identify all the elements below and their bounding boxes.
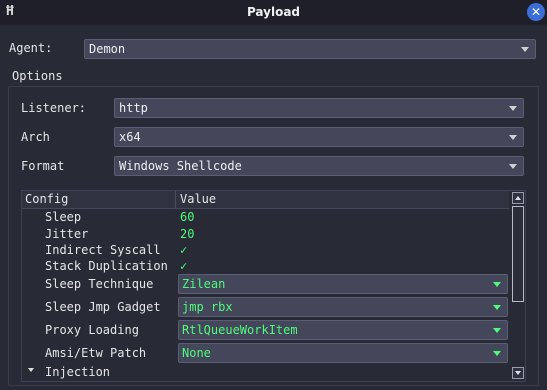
title-bar: Ħ Payload ✕ bbox=[0, 0, 547, 25]
config-jitter-label: Jitter bbox=[45, 227, 89, 241]
amsi-etw-patch-select[interactable]: None bbox=[178, 343, 508, 363]
scroll-down-icon[interactable] bbox=[512, 367, 524, 379]
proxy-loading-select[interactable]: RtlQueueWorkItem bbox=[178, 320, 508, 340]
config-proxy-loading-label: Proxy Loading bbox=[45, 323, 139, 337]
column-header-value[interactable]: Value bbox=[180, 192, 216, 206]
config-sleep-technique-label: Sleep Technique bbox=[45, 277, 154, 291]
listener-value: http bbox=[119, 101, 148, 115]
agent-select[interactable]: Demon bbox=[84, 39, 536, 59]
column-header-config[interactable]: Config bbox=[25, 192, 68, 206]
chevron-down-icon bbox=[509, 164, 517, 169]
chevron-down-icon bbox=[509, 135, 517, 140]
agent-value: Demon bbox=[89, 42, 126, 56]
format-value: Windows Shellcode bbox=[119, 159, 242, 173]
close-button[interactable]: ✕ bbox=[527, 3, 545, 21]
config-tree[interactable]: Config Value Sleep 60 Jitter 20 Indirect… bbox=[21, 190, 526, 382]
window-title: Payload bbox=[246, 5, 301, 19]
arch-label: Arch bbox=[21, 130, 50, 144]
tree-header: Config Value bbox=[22, 191, 509, 209]
sleep-technique-value: Zilean bbox=[182, 277, 226, 291]
config-injection-label[interactable]: Injection bbox=[45, 365, 110, 379]
chevron-down-icon bbox=[493, 351, 501, 356]
config-stack-duplication-label: Stack Duplication bbox=[45, 259, 168, 273]
config-indirect-syscall-label: Indirect Syscall bbox=[45, 243, 161, 257]
config-sleep-jmp-gadget-label: Sleep Jmp Gadget bbox=[45, 300, 161, 314]
config-sleep-value[interactable]: 60 bbox=[180, 210, 194, 224]
arch-select[interactable]: x64 bbox=[114, 127, 524, 147]
stack-duplication-check-icon[interactable]: ✓ bbox=[180, 259, 187, 273]
options-title: Options bbox=[12, 69, 63, 83]
scrollbar-thumb[interactable] bbox=[512, 206, 524, 302]
config-sleep-label: Sleep bbox=[45, 210, 82, 224]
chevron-down-icon bbox=[493, 328, 501, 333]
chevron-down-icon bbox=[509, 106, 517, 111]
config-amsi-etw-patch-label: Amsi/Etw Patch bbox=[45, 346, 147, 360]
vertical-scrollbar[interactable] bbox=[511, 191, 525, 381]
chevron-down-icon bbox=[493, 305, 501, 310]
scroll-up-icon[interactable] bbox=[512, 192, 524, 204]
sleep-jmp-gadget-value: jmp rbx bbox=[182, 300, 233, 314]
expand-arrow-icon[interactable] bbox=[28, 368, 34, 372]
proxy-loading-value: RtlQueueWorkItem bbox=[182, 323, 298, 337]
format-label: Format bbox=[21, 159, 65, 173]
listener-label: Listener: bbox=[21, 101, 87, 115]
chevron-down-icon bbox=[493, 282, 501, 287]
sleep-jmp-gadget-select[interactable]: jmp rbx bbox=[178, 297, 508, 317]
listener-select[interactable]: http bbox=[114, 98, 524, 118]
format-select[interactable]: Windows Shellcode bbox=[114, 156, 524, 176]
config-jitter-value[interactable]: 20 bbox=[180, 227, 194, 241]
chevron-down-icon bbox=[521, 47, 529, 52]
agent-label: Agent: bbox=[9, 41, 53, 55]
close-icon: ✕ bbox=[530, 5, 542, 19]
amsi-etw-patch-value: None bbox=[182, 346, 211, 360]
indirect-syscall-check-icon[interactable]: ✓ bbox=[180, 243, 187, 257]
sleep-technique-select[interactable]: Zilean bbox=[178, 274, 508, 294]
arch-value: x64 bbox=[119, 130, 141, 144]
